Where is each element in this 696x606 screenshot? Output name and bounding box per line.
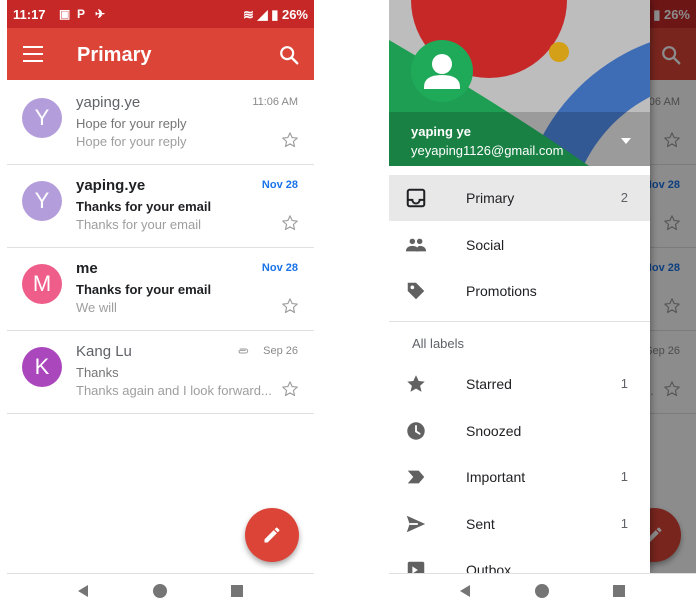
section-label: All labels <box>412 336 465 351</box>
drawer-item-label: Snoozed <box>466 422 522 439</box>
mail-date: Nov 28 <box>261 262 298 274</box>
navigation-drawer: yaping ye yeyaping1126@gmail.com Primary… <box>389 0 650 573</box>
drawer-item-count: 1 <box>620 376 628 391</box>
home-button[interactable] <box>152 583 168 599</box>
drawer-item-label: Social <box>466 236 505 253</box>
account-switcher-icon[interactable] <box>621 138 631 144</box>
signal-icon: ◢ <box>257 7 268 22</box>
page-title: Primary <box>77 44 152 66</box>
clock-icon <box>407 421 425 440</box>
drawer-item-promotions[interactable]: Promotions <box>389 268 650 314</box>
sender-name: yaping.ye <box>76 177 146 194</box>
mail-row[interactable]: Mme Thanks for your email We will Nov 28 <box>7 248 314 331</box>
important-icon <box>407 470 425 484</box>
wifi-icon: ≋ <box>243 7 254 22</box>
mail-snippet: Thanks again and I look forward... <box>76 383 272 398</box>
drawer-item-starred[interactable]: Starred 1 <box>389 361 650 407</box>
outbox-icon <box>407 561 425 573</box>
mail-subject: Thanks <box>76 365 119 380</box>
mail-date: 11:06 AM <box>252 96 298 108</box>
people-icon <box>405 238 427 251</box>
star-icon[interactable] <box>280 379 300 399</box>
mail-snippet: Hope for your reply <box>76 134 187 149</box>
star-icon[interactable] <box>280 296 300 316</box>
plane-notification-icon: ✈ <box>95 7 106 21</box>
battery-level: 26% <box>281 7 308 22</box>
sender-avatar[interactable]: M <box>22 264 62 304</box>
back-button[interactable] <box>75 583 91 599</box>
search-icon[interactable] <box>278 44 300 66</box>
drawer-item-count: 1 <box>620 515 628 531</box>
sender-avatar[interactable]: K <box>22 347 62 387</box>
drawer-item-sent[interactable]: Sent 1 <box>389 501 650 547</box>
star-icon[interactable] <box>280 213 300 233</box>
drawer-item-label: Outbox <box>466 562 512 573</box>
mail-row[interactable]: Yyaping.ye Thanks for your email Thanks fo… <box>7 165 314 248</box>
mail-date: Sep 26 <box>263 345 298 357</box>
app-bar: Primary <box>7 28 314 80</box>
parking-notification-icon: P <box>77 7 86 21</box>
drawer-item-important[interactable]: Important 1 <box>389 454 650 500</box>
mail-row[interactable]: K Kang Lu Thanks Thanks again and I look fo… <box>7 331 314 414</box>
inbox-screen: 11:17 ▣ P ✈ ≋ ◢ ▮ 26% Primary Yyaping.ye… <box>7 0 314 606</box>
account-email: yeyaping1126@gmail.com <box>411 143 564 158</box>
account-avatar[interactable] <box>411 40 473 102</box>
drawer-item-social[interactable]: Social <box>389 222 650 268</box>
status-bar: 11:17 ▣ P ✈ ≋ ◢ ▮ 26% <box>7 0 314 28</box>
send-icon <box>406 515 426 532</box>
drawer-item-label: Primary <box>466 190 515 206</box>
inbox-icon <box>406 188 426 208</box>
home-button[interactable] <box>534 583 550 599</box>
drawer-item-label: Starred <box>466 376 512 392</box>
recents-button[interactable] <box>229 583 245 599</box>
mail-subject: Thanks for your email <box>76 282 212 297</box>
attachment-icon <box>238 348 249 354</box>
drawer-item-label: Sent <box>466 515 495 532</box>
account-name: yaping ye <box>411 124 471 139</box>
drawer-item-outbox[interactable]: Outbox <box>389 547 650 573</box>
sender-name: me <box>76 260 98 277</box>
drawer-item-snoozed[interactable]: Snoozed <box>389 408 650 454</box>
drawer-item-primary[interactable]: Primary 2 <box>389 175 650 221</box>
drawer-item-label: Important <box>466 469 526 485</box>
divider <box>389 321 650 322</box>
navigation-bar <box>389 573 696 606</box>
star-icon <box>407 375 425 392</box>
sender-avatar[interactable]: Y <box>22 98 62 138</box>
drawer-item-count: 2 <box>620 190 628 205</box>
menu-icon[interactable] <box>23 46 43 62</box>
navigation-bar <box>7 573 314 606</box>
drawer-item-count: 1 <box>620 469 628 484</box>
drawer-item-label: Promotions <box>466 283 537 299</box>
status-right: ≋ ◢ ▮ 26% <box>243 7 308 23</box>
mail-subject: Thanks for your email <box>76 199 212 214</box>
sender-name: Kang Lu <box>76 343 132 360</box>
drawer-screen: 11:17 ▣ P ✈ ≋ ◢ ▮ 26% Yyaping.yeHope for… <box>389 0 696 606</box>
mail-snippet: We will <box>76 300 117 315</box>
star-icon[interactable] <box>280 130 300 150</box>
sender-name: yaping.ye <box>76 94 141 111</box>
person-icon <box>424 54 460 89</box>
account-header[interactable]: yaping ye yeyaping1126@gmail.com <box>389 0 650 166</box>
mail-date: Nov 28 <box>261 179 298 191</box>
status-time: 11:17 <box>13 7 46 22</box>
mail-subject: Hope for your reply <box>76 116 187 131</box>
mail-snippet: Thanks for your email <box>76 217 201 232</box>
battery-icon: ▮ <box>271 7 279 22</box>
pencil-icon <box>264 527 280 543</box>
recents-button[interactable] <box>611 583 627 599</box>
compose-button[interactable] <box>245 508 299 562</box>
image-notification-icon: ▣ <box>59 7 71 21</box>
sender-avatar[interactable]: Y <box>22 181 62 221</box>
tag-icon <box>407 282 425 300</box>
mail-row[interactable]: Yyaping.ye Hope for your reply Hope for yo… <box>7 82 314 165</box>
back-button[interactable] <box>457 583 473 599</box>
